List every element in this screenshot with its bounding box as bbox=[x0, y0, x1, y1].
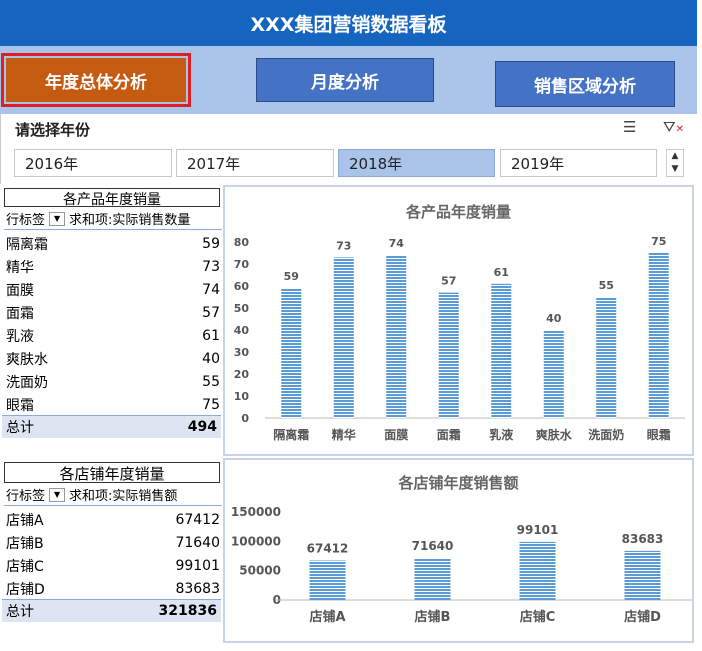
category-label: 店铺A bbox=[309, 609, 345, 625]
data-label: 99101 bbox=[517, 523, 559, 537]
year-2017-button[interactable]: 2017年 bbox=[176, 149, 334, 177]
table-row: 精华 73 bbox=[6, 258, 220, 276]
y-tick-label: 70 bbox=[234, 258, 250, 271]
category-label: 爽肤水 bbox=[536, 427, 573, 442]
data-label: 67412 bbox=[307, 541, 349, 555]
bar bbox=[624, 550, 661, 600]
bar bbox=[648, 253, 669, 418]
value-header: 求和项:实际销售数量 bbox=[69, 213, 191, 228]
y-tick-label: 10 bbox=[234, 390, 250, 403]
data-label: 55 bbox=[599, 279, 614, 292]
pivot-header: 行标签 ▼ 求和项:实际销售数量 bbox=[4, 208, 222, 230]
y-tick-label: 80 bbox=[234, 236, 250, 249]
data-label: 83683 bbox=[622, 532, 664, 546]
category-label: 面膜 bbox=[384, 427, 408, 442]
bar bbox=[386, 255, 407, 418]
slicer-scrollbar[interactable]: ▲ ▼ bbox=[666, 149, 684, 177]
y-tick-label: 20 bbox=[234, 368, 250, 381]
slicer-title: 请选择年份 bbox=[15, 121, 91, 139]
row-label-header: 行标签 bbox=[6, 489, 46, 504]
data-label: 74 bbox=[389, 237, 405, 250]
category-label: 面霜 bbox=[437, 428, 461, 442]
category-label: 眼霜 bbox=[647, 428, 671, 442]
bar bbox=[519, 541, 556, 600]
table-row: 店铺B 71640 bbox=[6, 534, 220, 552]
table-row: 店铺D 83683 bbox=[6, 580, 220, 598]
y-tick-label: 100000 bbox=[231, 534, 281, 548]
filter-dropdown-icon[interactable]: ▼ bbox=[49, 211, 66, 226]
y-tick-label: 60 bbox=[234, 280, 250, 293]
year-2019-button[interactable]: 2019年 bbox=[500, 149, 657, 177]
data-label: 71640 bbox=[412, 539, 454, 553]
y-tick-label: 50000 bbox=[239, 564, 281, 578]
table-row: 洗面奶 55 bbox=[6, 373, 220, 391]
table-row: 面霜 57 bbox=[6, 304, 220, 322]
category-label: 隔离霜 bbox=[273, 427, 309, 442]
scroll-down-icon[interactable]: ▼ bbox=[667, 163, 683, 176]
y-tick-label: 50 bbox=[234, 302, 250, 315]
table-row: 店铺A 67412 bbox=[6, 511, 220, 529]
table-row: 眼霜 75 bbox=[6, 396, 220, 414]
bar bbox=[543, 330, 564, 418]
bar bbox=[491, 283, 512, 418]
bar bbox=[333, 257, 354, 418]
row-label-header: 行标签 bbox=[6, 213, 46, 228]
store-sales-chart[interactable]: 各店铺年度销售额 0 50000 100000 150000 67412 店铺A 71640… bbox=[223, 458, 694, 643]
table-row: 面膜 74 bbox=[6, 281, 220, 299]
category-label: 洗面奶 bbox=[588, 427, 624, 442]
annual-analysis-button[interactable]: 年度总体分析 bbox=[1, 53, 191, 107]
data-label: 73 bbox=[336, 239, 351, 252]
table-row: 店铺C 99101 bbox=[6, 557, 220, 575]
scroll-up-icon[interactable]: ▲ bbox=[667, 150, 683, 163]
category-label: 精华 bbox=[332, 427, 356, 442]
table-row: 乳液 61 bbox=[6, 327, 220, 345]
y-tick-label: 150000 bbox=[231, 505, 281, 519]
clear-filter-icon[interactable]: ⛛✕ bbox=[663, 118, 684, 136]
pivot-header: 行标签 ▼ 求和项:实际销售额 bbox=[4, 484, 222, 506]
data-label: 40 bbox=[546, 312, 562, 325]
data-label: 59 bbox=[284, 270, 299, 283]
y-tick-label: 40 bbox=[234, 324, 250, 337]
pivot-title: 各产品年度销量 bbox=[4, 188, 220, 208]
bar bbox=[281, 288, 302, 418]
filter-dropdown-icon[interactable]: ▼ bbox=[49, 487, 66, 502]
multi-select-icon[interactable]: ☰ bbox=[623, 118, 636, 136]
year-2018-button[interactable]: 2018年 bbox=[338, 149, 495, 177]
store-chart-svg: 05000010000015000067412店铺A71640店铺B99101店… bbox=[231, 505, 692, 625]
region-analysis-button[interactable]: 销售区域分析 bbox=[495, 61, 675, 107]
app-title: XXX集团营销数据看板 bbox=[0, 0, 697, 46]
value-header: 求和项:实际销售额 bbox=[69, 489, 178, 504]
y-tick-label: 0 bbox=[241, 412, 249, 425]
product-sales-chart[interactable]: 各产品年度销量 0 10 20 30 40 50 60 70 80 59 隔离霜 73 精华 74 面膜 57… bbox=[223, 185, 694, 456]
product-chart-svg: 0 10 20 30 40 50 60 70 80 59 隔离霜 73 精华 74 面膜 57 面霜 61 乳液 40… bbox=[234, 235, 685, 442]
category-label: 店铺D bbox=[624, 609, 661, 625]
data-label: 75 bbox=[651, 235, 666, 248]
y-tick-label: 30 bbox=[234, 346, 250, 359]
category-label: 乳液 bbox=[489, 427, 513, 442]
total-row: 总计 321836 bbox=[2, 599, 221, 622]
monthly-analysis-button[interactable]: 月度分析 bbox=[256, 58, 434, 102]
bar bbox=[438, 292, 459, 418]
category-label: 店铺B bbox=[415, 609, 451, 625]
year-2016-button[interactable]: 2016年 bbox=[14, 149, 172, 177]
bar bbox=[309, 560, 346, 600]
category-label: 店铺C bbox=[520, 609, 556, 625]
table-row: 隔离霜 59 bbox=[6, 235, 220, 253]
total-row: 总计 494 bbox=[2, 415, 221, 438]
data-label: 61 bbox=[494, 266, 509, 279]
bar bbox=[596, 297, 617, 418]
table-row: 爽肤水 40 bbox=[6, 350, 220, 368]
bar bbox=[414, 557, 451, 600]
data-label: 57 bbox=[441, 275, 456, 288]
pivot-title: 各店铺年度销量 bbox=[4, 462, 220, 483]
